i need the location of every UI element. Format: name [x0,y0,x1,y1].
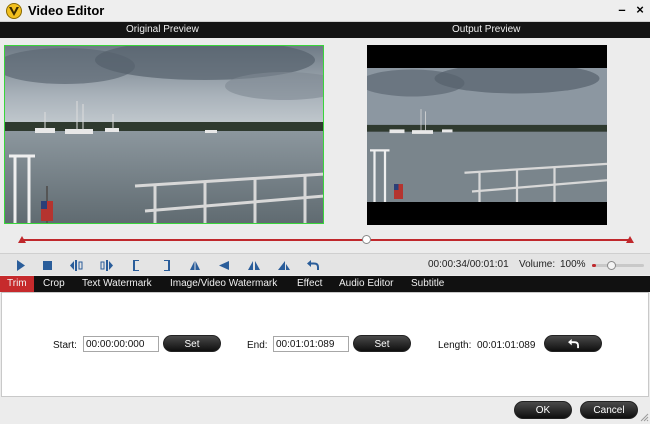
play-icon [17,259,25,271]
close-button[interactable]: × [632,2,648,18]
tab-subtitle[interactable]: Subtitle [404,276,451,292]
window-title: Video Editor [28,3,105,18]
tab-image-video-watermark[interactable]: Image/Video Watermark [163,276,284,292]
volume-thumb[interactable] [607,261,616,270]
stop-button[interactable] [38,257,56,273]
volume-value: 100% [560,259,586,270]
resize-grip-icon[interactable] [639,412,649,422]
cancel-button[interactable]: Cancel [580,401,638,419]
step-back-button[interactable] [67,257,85,273]
output-preview-label: Output Preview [452,24,521,35]
dialog-footer: OK Cancel [0,398,650,424]
tab-trim[interactable]: Trim [0,276,34,292]
end-time-input[interactable] [273,336,349,352]
flip-vertical-button[interactable] [186,257,204,273]
timeline-track[interactable] [22,239,630,241]
playhead-thumb[interactable] [362,235,372,244]
preview-header: Original Preview Output Preview [0,22,650,38]
rotate-right-icon [278,260,290,270]
mark-in-icon [133,259,139,271]
preview-area [0,38,650,234]
ok-button[interactable]: OK [514,401,572,419]
output-preview-frame [367,45,607,225]
time-readout: 00:00:34/00:01:01 [428,259,509,270]
step-forward-button[interactable] [98,257,116,273]
rotate-right-button[interactable] [275,257,293,273]
start-time-input[interactable] [83,336,159,352]
play-button[interactable] [12,257,30,273]
minimize-button[interactable]: – [614,2,630,18]
end-label: End: [247,340,268,351]
editor-tabs: Trim Crop Text Watermark Image/Video Wat… [0,276,650,292]
volume-label: Volume: [519,259,556,270]
trim-panel: Start: Set End: Set Length: 00:01:01:089 [1,292,649,397]
step-back-icon [70,259,83,271]
original-preview-label: Original Preview [126,24,199,35]
volume-fill [592,264,597,267]
original-video-frame [5,46,323,223]
mark-in-button[interactable] [128,257,146,273]
flip-vertical-icon [190,259,200,270]
timeline-scrubber[interactable] [0,234,650,252]
start-label: Start: [53,340,77,351]
length-label: Length: [438,340,472,351]
mark-out-icon [164,259,170,271]
undo-button[interactable] [304,257,322,273]
reset-trim-button[interactable] [544,335,602,352]
flip-horizontal-button[interactable] [245,257,263,273]
volume-slider[interactable] [592,261,644,270]
set-end-button[interactable]: Set [353,335,411,352]
output-video-frame [367,68,607,202]
set-start-button[interactable]: Set [163,335,221,352]
trim-end-marker[interactable] [626,236,634,243]
tab-audio-editor[interactable]: Audio Editor [332,276,400,292]
rotate-left-icon [219,260,229,270]
trim-start-marker[interactable] [18,236,26,243]
tab-text-watermark[interactable]: Text Watermark [75,276,159,292]
stop-icon [42,260,52,270]
tab-effect[interactable]: Effect [290,276,329,292]
tab-crop[interactable]: Crop [36,276,72,292]
length-value: 00:01:01:089 [477,340,536,351]
playback-toolbar: 00:00:34/00:01:01 Volume: 100% [0,253,650,275]
flip-horizontal-icon [248,260,260,270]
undo-icon [567,339,579,349]
title-bar: Video Editor – × [0,0,650,22]
step-forward-icon [100,259,113,271]
app-logo-icon [6,3,22,19]
mark-out-button[interactable] [157,257,175,273]
undo-icon [307,260,319,270]
original-preview-frame[interactable] [4,45,324,224]
rotate-left-button[interactable] [215,257,233,273]
